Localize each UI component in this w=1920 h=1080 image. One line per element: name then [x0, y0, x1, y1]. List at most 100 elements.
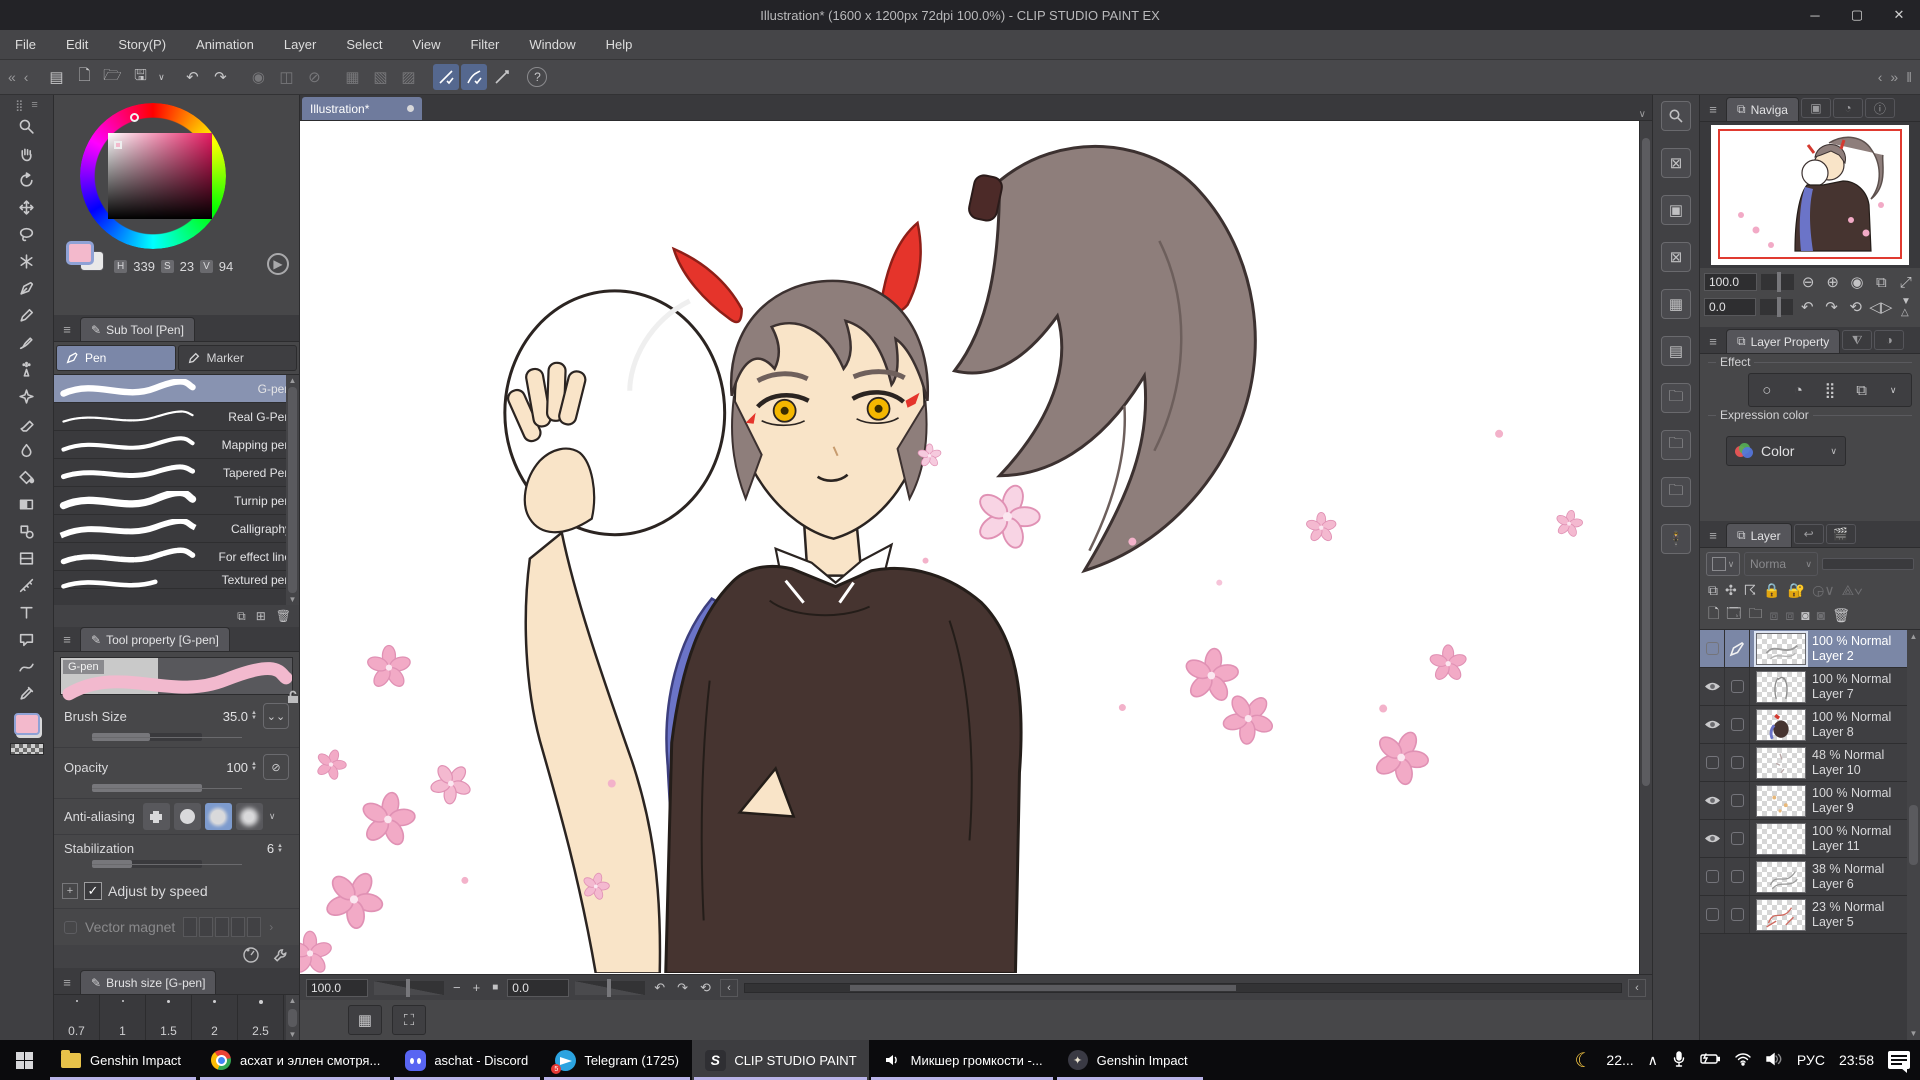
document-tab[interactable]: Illustration* — [302, 97, 422, 120]
anti-aliasing-middle-button[interactable] — [205, 803, 232, 830]
snap-to-ruler-icon[interactable] — [433, 64, 459, 90]
merge-down-icon[interactable]: ⧈ — [1785, 607, 1794, 624]
menu-animation[interactable]: Animation — [181, 37, 269, 52]
preset-0-7[interactable]: 0.7 — [54, 995, 100, 1040]
opacity-dynamics-button[interactable]: ⊘ — [263, 754, 289, 780]
subtool-group-tab-pen[interactable]: Pen — [56, 345, 176, 371]
snap-to-special-ruler-icon[interactable] — [461, 64, 487, 90]
material-folder1-icon[interactable]: 🗀 — [1661, 383, 1691, 413]
wifi-icon[interactable] — [1734, 1052, 1752, 1069]
tray-expand-icon[interactable]: ∧ — [1648, 1052, 1658, 1069]
menu-filter[interactable]: Filter — [455, 37, 514, 52]
brush-item-tapered-pen[interactable]: Tapered Pen — [54, 459, 299, 487]
selection-border-icon[interactable]: ▧ — [367, 64, 393, 90]
scroll-left-icon[interactable]: ‹ — [1628, 979, 1646, 997]
navigator-zoom-input[interactable]: 100.0 — [1704, 273, 1757, 291]
airbrush-tool-icon[interactable] — [10, 356, 44, 383]
timeline-toggle-button[interactable]: ▦ — [348, 1005, 382, 1035]
rotate-canvas-tool-icon[interactable] — [10, 167, 44, 194]
canvas-zoom-input[interactable]: 100.0 — [306, 979, 368, 997]
tab-list-chevron-icon[interactable]: ∨ — [1633, 109, 1652, 120]
material-3d-figure-icon[interactable]: 🕴 — [1661, 524, 1691, 554]
material-folder2-icon[interactable]: 🗀 — [1661, 430, 1691, 460]
volume-icon[interactable] — [1766, 1052, 1783, 1069]
minimize-button[interactable]: ─ — [1794, 0, 1836, 30]
lasso-tool-icon[interactable] — [10, 221, 44, 248]
transfer-layer-icon[interactable]: ⧈ — [1769, 607, 1778, 624]
selection-fill-icon[interactable]: ▨ — [395, 64, 421, 90]
wrench-icon[interactable] — [272, 947, 289, 967]
brush-size-panel-tab[interactable]: ✎Brush size [G-pen] — [80, 970, 216, 994]
brush-item-mapping-pen[interactable]: Mapping pen — [54, 431, 299, 459]
new-file-icon[interactable]: 🗋 — [71, 64, 97, 90]
tool-property-menu-icon[interactable]: ≡ — [54, 632, 80, 651]
item-bank-tab-icon[interactable]: ◔ — [1833, 98, 1863, 118]
subview-tab-icon[interactable]: ▣ — [1801, 98, 1831, 118]
correct-line-tool-icon[interactable] — [10, 653, 44, 680]
taskbar-item-chrome[interactable]: асхат и эллен смотря... — [198, 1040, 392, 1080]
border-effect-icon[interactable]: ○ — [1752, 377, 1782, 403]
blend-tool-icon[interactable] — [10, 437, 44, 464]
anti-aliasing-weak-button[interactable] — [174, 803, 201, 830]
layer-row-layer2[interactable]: 100 % NormalLayer 2 — [1700, 630, 1920, 668]
brush-size-slider[interactable] — [92, 733, 202, 741]
ruler-tool-icon[interactable] — [10, 572, 44, 599]
new-vector-layer-icon[interactable]: 🗔 — [1726, 603, 1741, 627]
preset-1[interactable]: 1 — [100, 995, 146, 1040]
brush-item-g-pen[interactable]: G-pen — [54, 375, 299, 403]
navigator-menu-icon[interactable]: ≡ — [1700, 102, 1726, 121]
figure-tool-icon[interactable] — [10, 518, 44, 545]
canvas[interactable] — [300, 121, 1639, 974]
anti-aliasing-none-button[interactable] — [143, 803, 170, 830]
pencil-tool-icon[interactable] — [10, 302, 44, 329]
layer-row-layer5[interactable]: 23 % NormalLayer 5 — [1700, 896, 1920, 934]
start-button[interactable] — [0, 1040, 48, 1080]
preset-scrollbar[interactable]: ▲▼ — [286, 995, 299, 1040]
snap-to-grid-icon[interactable] — [489, 64, 515, 90]
zoom-tool-icon[interactable] — [10, 113, 44, 140]
undo-icon[interactable]: ↶ — [179, 64, 205, 90]
brush-tool-icon[interactable] — [10, 329, 44, 356]
menu-story[interactable]: Story(P) — [103, 37, 181, 52]
effect-expand-icon[interactable]: ∨ — [1878, 377, 1908, 403]
layer-row-layer9[interactable]: 100 % NormalLayer 9 — [1700, 782, 1920, 820]
canvas-vertical-scrollbar[interactable] — [1639, 121, 1652, 974]
material-search-icon[interactable] — [1661, 101, 1691, 131]
crop-icon[interactable]: ▦ — [339, 64, 365, 90]
zoom-reset-icon[interactable]: ■ — [489, 982, 501, 993]
layer-color-effect-icon[interactable]: ⧉ — [1847, 377, 1877, 403]
material-gradient-icon[interactable]: ▤ — [1661, 336, 1691, 366]
eyedropper-tool-icon[interactable] — [10, 680, 44, 707]
color-slider-toggle-icon[interactable]: ▶ — [267, 253, 289, 275]
nav-rotate-ccw-icon[interactable]: ↶ — [1797, 296, 1817, 318]
nav-flip-vertical-icon[interactable]: ▼△ — [1896, 296, 1916, 318]
nav-actual-size-icon[interactable]: ⤢ — [1896, 271, 1916, 293]
delete-subtool-icon[interactable]: 🗑 — [276, 609, 291, 623]
taskbar-item-genshin-game[interactable]: ✦ Genshin Impact — [1055, 1040, 1205, 1080]
clock-label[interactable]: 23:58 — [1839, 1052, 1874, 1068]
layer-row-layer8[interactable]: 100 % NormalLayer 8 — [1700, 706, 1920, 744]
rotate-ccw-icon[interactable]: ↶ — [651, 980, 668, 996]
tool-palette-grip-icon[interactable]: ⣿ — [15, 99, 23, 112]
brush-item-textured-pen[interactable]: Textured pen — [54, 571, 299, 589]
weather-moon-icon[interactable]: ☾ — [1574, 1048, 1592, 1073]
menu-layer[interactable]: Layer — [269, 37, 332, 52]
clear-icon[interactable]: ⊘ — [301, 64, 327, 90]
liquify-icon[interactable]: ☈ — [1744, 582, 1757, 599]
tool-palette-menu-icon[interactable]: ≡ — [31, 99, 37, 111]
clip-to-layer-below-icon[interactable]: ◶∨ — [1812, 582, 1834, 599]
language-label[interactable]: РУС — [1797, 1052, 1825, 1068]
paste-subtool-icon[interactable]: ⊞ — [256, 609, 266, 623]
open-file-icon[interactable]: 🗁 — [99, 64, 125, 90]
layer-opacity-slider[interactable] — [1822, 558, 1914, 570]
all-sides-view-button[interactable]: ⛶ — [392, 1005, 426, 1035]
save-dropdown-icon[interactable]: ∨ — [155, 64, 167, 90]
help-icon[interactable]: ? — [527, 67, 547, 87]
redo-icon[interactable]: ↷ — [207, 64, 233, 90]
zoom-out-icon[interactable]: − — [450, 980, 464, 995]
fill-tool-icon[interactable] — [10, 464, 44, 491]
material-folder3-icon[interactable]: 🗀 — [1661, 477, 1691, 507]
opacity-slider[interactable] — [92, 784, 202, 792]
material-monochrome-icon[interactable]: ▦ — [1661, 289, 1691, 319]
layer-search-tab-icon[interactable]: ⧨ — [1842, 330, 1872, 350]
